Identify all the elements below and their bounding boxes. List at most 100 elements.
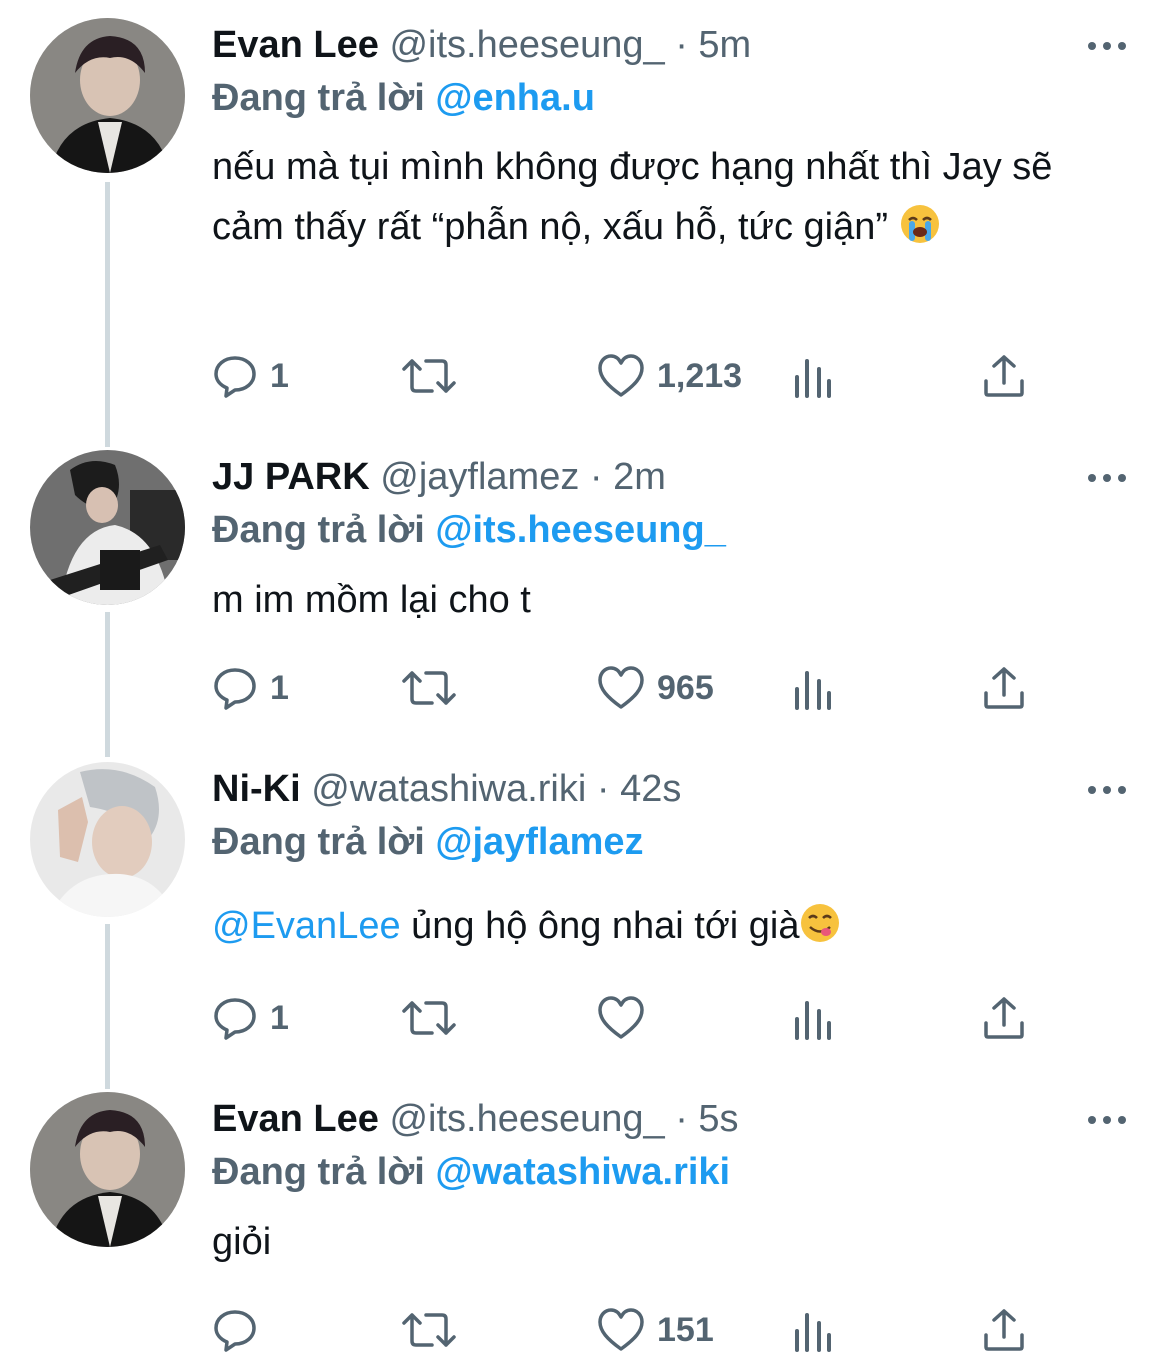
reply-icon bbox=[214, 998, 256, 1040]
tweet-text-content: ủng hộ ông nhai tới già bbox=[400, 905, 800, 947]
replying-to: Đang trả lời @jayflamez bbox=[212, 818, 644, 866]
analytics-button[interactable] bbox=[793, 988, 833, 1048]
tweet[interactable]: JJ PARK @jayflamez · 2m Đang trả lời @it… bbox=[0, 432, 1170, 742]
reply-icon bbox=[214, 668, 256, 710]
retweet-icon bbox=[402, 671, 456, 705]
replying-to-handle[interactable]: @jayflamez bbox=[435, 821, 643, 863]
like-count: 151 bbox=[657, 1310, 714, 1349]
replying-to-label: Đang trả lời bbox=[212, 77, 425, 119]
share-icon bbox=[984, 355, 1024, 397]
user-handle[interactable]: @watashiwa.riki bbox=[311, 768, 586, 810]
analytics-icon bbox=[795, 671, 831, 710]
retweet-button[interactable] bbox=[400, 658, 470, 718]
display-name[interactable]: Evan Lee bbox=[212, 24, 379, 66]
replying-to: Đang trả lời @watashiwa.riki bbox=[212, 1148, 730, 1196]
like-icon bbox=[598, 996, 644, 1039]
separator-dot: · bbox=[596, 768, 610, 810]
share-icon bbox=[984, 667, 1024, 709]
avatar[interactable] bbox=[30, 18, 185, 173]
tweet-text: nếu mà tụi mình không được hạng nhất thì… bbox=[212, 137, 1112, 263]
reply-icon bbox=[214, 1310, 256, 1352]
share-button[interactable] bbox=[982, 346, 1026, 406]
like-button[interactable]: 151 bbox=[597, 1300, 714, 1360]
retweet-icon bbox=[402, 1001, 456, 1035]
tweet-header: Evan Lee @its.heeseung_ · 5m bbox=[212, 22, 751, 68]
display-name[interactable]: Evan Lee bbox=[212, 1098, 379, 1140]
face-savoring-food-icon bbox=[799, 902, 841, 962]
retweet-button[interactable] bbox=[400, 1300, 470, 1360]
action-bar: 1 1,213 bbox=[0, 346, 1170, 406]
reply-count: 1 bbox=[270, 356, 289, 395]
avatar[interactable] bbox=[30, 450, 185, 605]
like-button[interactable]: 1,213 bbox=[597, 346, 742, 406]
replying-to-handle[interactable]: @enha.u bbox=[435, 77, 595, 119]
like-button[interactable] bbox=[597, 988, 657, 1048]
retweet-button[interactable] bbox=[400, 346, 470, 406]
reply-button[interactable]: 1 bbox=[212, 988, 289, 1048]
separator-dot: · bbox=[589, 456, 603, 498]
analytics-button[interactable] bbox=[793, 346, 833, 406]
replying-to: Đang trả lời @its.heeseung_ bbox=[212, 506, 726, 554]
reply-button[interactable]: 1 bbox=[212, 346, 289, 406]
tweet-text: @EvanLee ủng hộ ông nhai tới già bbox=[212, 896, 1112, 962]
tweet[interactable]: Evan Lee @its.heeseung_ · 5s Đang trả lờ… bbox=[0, 1074, 1170, 1366]
separator-dot: · bbox=[675, 24, 688, 66]
like-count: 1,213 bbox=[657, 356, 743, 395]
more-icon[interactable] bbox=[1086, 454, 1128, 500]
action-bar: 151 bbox=[0, 1300, 1170, 1360]
timestamp[interactable]: 5s bbox=[698, 1098, 738, 1140]
analytics-icon bbox=[795, 1001, 831, 1040]
avatar[interactable] bbox=[30, 762, 185, 917]
share-button[interactable] bbox=[982, 658, 1026, 718]
tweet-text: m im mồm lại cho t bbox=[212, 570, 1112, 630]
tweet-text: giỏi bbox=[212, 1212, 1112, 1272]
action-bar: 1 965 bbox=[0, 658, 1170, 718]
separator-dot: · bbox=[675, 1098, 688, 1140]
action-bar: 1 bbox=[0, 988, 1170, 1048]
share-button[interactable] bbox=[982, 988, 1026, 1048]
mention-link[interactable]: @EvanLee bbox=[212, 905, 401, 947]
tweet-header: JJ PARK @jayflamez · 2m bbox=[212, 454, 666, 500]
analytics-icon bbox=[795, 1313, 831, 1352]
retweet-button[interactable] bbox=[400, 988, 470, 1048]
tweet-header: Ni-Ki @watashiwa.riki · 42s bbox=[212, 766, 681, 812]
reply-button[interactable]: 1 bbox=[212, 658, 289, 718]
timestamp[interactable]: 42s bbox=[620, 768, 681, 810]
analytics-button[interactable] bbox=[793, 1300, 833, 1360]
analytics-icon bbox=[795, 359, 831, 398]
tweet[interactable]: Ni-Ki @watashiwa.riki · 42s Đang trả lời… bbox=[0, 744, 1170, 1074]
timestamp[interactable]: 2m bbox=[613, 456, 666, 498]
tweet[interactable]: Evan Lee @its.heeseung_ · 5m Đang trả lờ… bbox=[0, 0, 1170, 432]
retweet-icon bbox=[402, 1313, 456, 1347]
like-icon bbox=[598, 666, 644, 709]
avatar[interactable] bbox=[30, 1092, 185, 1247]
tweet-header: Evan Lee @its.heeseung_ · 5s bbox=[212, 1096, 739, 1142]
more-icon[interactable] bbox=[1086, 1096, 1128, 1142]
display-name[interactable]: JJ PARK bbox=[212, 456, 370, 498]
replying-to-label: Đang trả lời bbox=[212, 821, 425, 863]
reply-count: 1 bbox=[270, 668, 289, 707]
user-handle[interactable]: @its.heeseung_ bbox=[389, 24, 664, 66]
replying-to-handle[interactable]: @its.heeseung_ bbox=[435, 509, 725, 551]
replying-to-label: Đang trả lời bbox=[212, 509, 425, 551]
reply-button[interactable] bbox=[212, 1300, 270, 1360]
like-count: 965 bbox=[657, 668, 714, 707]
replying-to-handle[interactable]: @watashiwa.riki bbox=[435, 1151, 730, 1193]
more-icon[interactable] bbox=[1086, 766, 1128, 812]
tweet-text-content: m im mồm lại cho t bbox=[212, 579, 531, 621]
reply-icon bbox=[214, 356, 256, 398]
share-icon bbox=[984, 1309, 1024, 1351]
loudly-crying-face-icon bbox=[899, 203, 941, 263]
display-name[interactable]: Ni-Ki bbox=[212, 768, 301, 810]
more-icon[interactable] bbox=[1086, 22, 1128, 68]
replying-to-label: Đang trả lời bbox=[212, 1151, 425, 1193]
user-handle[interactable]: @jayflamez bbox=[380, 456, 579, 498]
like-button[interactable]: 965 bbox=[597, 658, 714, 718]
timestamp[interactable]: 5m bbox=[698, 24, 751, 66]
share-icon bbox=[984, 997, 1024, 1039]
user-handle[interactable]: @its.heeseung_ bbox=[389, 1098, 664, 1140]
share-button[interactable] bbox=[982, 1300, 1026, 1360]
tweet-text-content: giỏi bbox=[212, 1221, 272, 1263]
analytics-button[interactable] bbox=[793, 658, 833, 718]
replying-to: Đang trả lời @enha.u bbox=[212, 74, 595, 122]
